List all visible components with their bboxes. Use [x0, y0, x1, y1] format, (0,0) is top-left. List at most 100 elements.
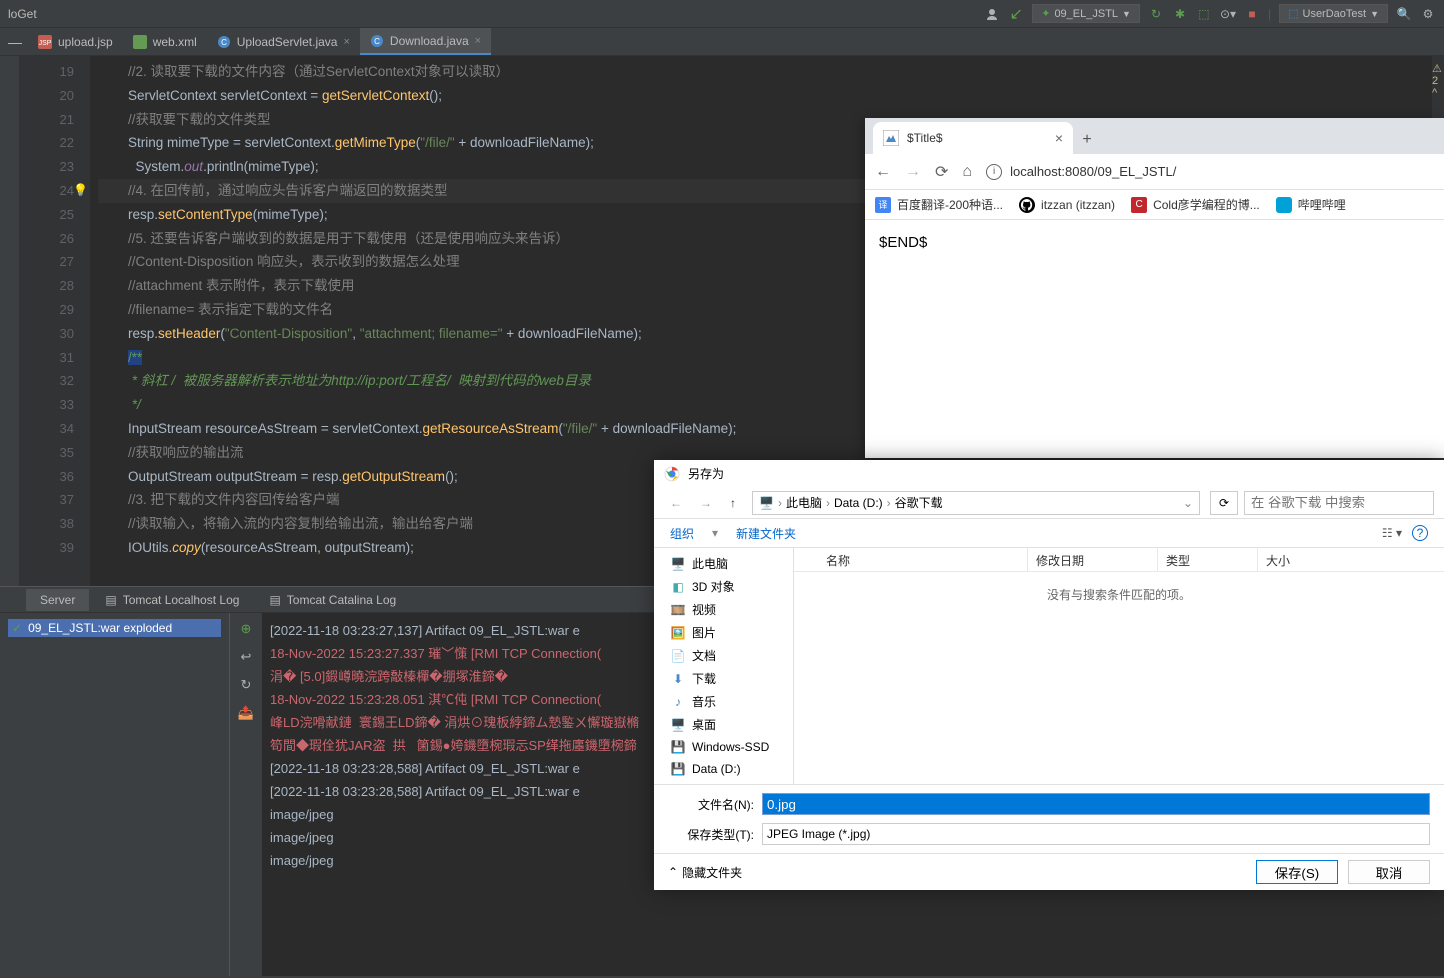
nav-back-icon[interactable]: ← [664, 492, 688, 514]
refresh-icon[interactable]: ⟳ [1210, 491, 1238, 515]
save-button[interactable]: 保存(S) [1256, 860, 1338, 884]
nav-forward-icon[interactable]: → [694, 492, 718, 514]
test-config-dropdown[interactable]: ⬚ UserDaoTest ▼ [1279, 4, 1388, 23]
left-tool-strip[interactable] [0, 56, 20, 586]
tree-item-doc[interactable]: 📄文档 [654, 644, 793, 667]
bookmark-cold[interactable]: CCold彦学编程的博... [1131, 196, 1260, 213]
intention-bulb-icon[interactable]: 💡 [73, 179, 88, 203]
code-text: + downloadFileName); [455, 135, 594, 150]
tree-item-image[interactable]: 🖼️图片 [654, 621, 793, 644]
organize-button[interactable]: 组织 [670, 525, 694, 542]
breadcrumb[interactable]: 🖥️ › 此电脑 › Data (D:) › 谷歌下载 ⌄ [752, 491, 1200, 515]
tab-download-java[interactable]: C Download.java × [360, 28, 491, 55]
wrap-icon[interactable]: ↩ [236, 647, 256, 667]
code-text: + downloadFileName); [503, 326, 642, 341]
nav-up-icon[interactable]: ↑ [724, 492, 742, 514]
tree-item-3d[interactable]: ◧3D 对象 [654, 575, 793, 598]
bookmark-icon: 译 [875, 197, 891, 213]
user-icon[interactable] [984, 6, 1000, 22]
run-config-dropdown[interactable]: ✦ 09_EL_JSTL ▼ [1032, 4, 1140, 23]
jsp-file-icon: JSP [38, 35, 52, 49]
code-method: getOutputStream [342, 469, 445, 484]
home-icon[interactable]: ⌂ [962, 163, 972, 181]
close-icon[interactable]: × [475, 35, 481, 47]
hammer-icon[interactable]: ↙ [1008, 6, 1024, 22]
cancel-button[interactable]: 取消 [1348, 860, 1430, 884]
tree-item-music[interactable]: ♪音乐 [654, 690, 793, 713]
browser-tab[interactable]: $Title$ × [873, 122, 1073, 154]
tree-label: 3D 对象 [692, 578, 735, 595]
col-name[interactable]: 名称 [818, 548, 1028, 571]
chevron-down-icon[interactable]: ⌄ [1183, 496, 1193, 510]
tree-item-pc[interactable]: 🖥️此电脑 [654, 552, 793, 575]
view-icon[interactable]: ☷ ▾ [1382, 526, 1402, 540]
bookmark-baidu[interactable]: 译百度翻译-200种语... [875, 196, 1003, 213]
code-comment: //获取响应的输出流 [128, 445, 244, 460]
tab-upload-servlet[interactable]: C UploadServlet.java × [207, 28, 360, 55]
bookmark-icon [1276, 197, 1292, 213]
col-date[interactable]: 修改日期 [1028, 548, 1158, 571]
warning-badge[interactable]: ⚠ 2 ^ [1432, 62, 1442, 99]
console-tab-localhost-log[interactable]: ▤ Tomcat Localhost Log [91, 589, 253, 611]
code-text: ServletContext servletContext = [128, 88, 322, 103]
reload-icon[interactable]: ⟳ [935, 162, 948, 182]
xml-file-icon [133, 35, 147, 49]
gear-icon[interactable]: ⚙ [1420, 6, 1436, 22]
editor-tabs-bar: — JSP upload.jsp web.xml C UploadServlet… [0, 28, 1444, 56]
console-tab-catalina-log[interactable]: ▤ Tomcat Catalina Log [255, 589, 410, 611]
tree-item-download[interactable]: ⬇下载 [654, 667, 793, 690]
stop-icon[interactable]: ■ [1244, 6, 1260, 22]
code-text: OutputStream outputStream = resp. [128, 469, 342, 484]
folder-tree[interactable]: 🖥️此电脑 ◧3D 对象 🎞️视频 🖼️图片 📄文档 ⬇下载 ♪音乐 🖥️桌面 … [654, 548, 794, 784]
back-icon[interactable]: ← [875, 163, 891, 181]
col-type[interactable]: 类型 [1158, 548, 1258, 571]
url-bar[interactable]: i localhost:8080/09_EL_JSTL/ [986, 164, 1434, 180]
forward-icon[interactable]: → [905, 163, 921, 181]
code-method: copy [172, 540, 201, 555]
profile-icon[interactable]: ⊙▾ [1220, 6, 1236, 22]
hide-folders-toggle[interactable]: ⌃ 隐藏文件夹 [668, 864, 742, 881]
help-icon[interactable]: ? [1412, 525, 1428, 541]
tree-item-ssd[interactable]: 💾Windows-SSD [654, 736, 793, 758]
code-text: resp. [128, 207, 158, 222]
new-folder-button[interactable]: 新建文件夹 [736, 525, 796, 542]
code-comment: //2. 读取要下载的文件内容（通过ServletContext对象可以读取） [128, 64, 509, 79]
filetype-select[interactable]: JPEG Image (*.jpg) [762, 823, 1430, 845]
tree-label: 下载 [692, 670, 716, 687]
filetype-label: 保存类型(T): [668, 826, 754, 843]
dialog-footer: ⌃ 隐藏文件夹 保存(S) 取消 [654, 853, 1444, 890]
coverage-icon[interactable]: ⬚ [1196, 6, 1212, 22]
empty-message: 没有与搜索条件匹配的项。 [794, 572, 1444, 784]
tree-label: 音乐 [692, 693, 716, 710]
close-icon[interactable]: × [343, 36, 349, 48]
debug-icon[interactable]: ✱ [1172, 6, 1188, 22]
bookmark-bilibili[interactable]: 哔哩哔哩 [1276, 196, 1346, 213]
run-icon[interactable]: ↻ [1148, 6, 1164, 22]
console-tab-server[interactable]: Server [26, 589, 89, 611]
tab-web-xml[interactable]: web.xml [123, 28, 207, 55]
deploy-item[interactable]: ✓ 09_EL_JSTL:war exploded [8, 619, 221, 637]
tree-item-video[interactable]: 🎞️视频 [654, 598, 793, 621]
disk-icon: 💾 [670, 761, 686, 777]
tab-upload-jsp[interactable]: JSP upload.jsp [28, 28, 123, 55]
crumb[interactable]: 此电脑 [786, 494, 822, 511]
tree-item-data-d[interactable]: 💾Data (D:) [654, 758, 793, 780]
restart-icon[interactable]: ↻ [236, 675, 256, 695]
bookmark-github[interactable]: itzzan (itzzan) [1019, 197, 1115, 213]
col-size[interactable]: 大小 [1258, 548, 1444, 571]
deploy-add-icon[interactable]: ⊕ [236, 619, 256, 639]
ide-title-fragment: loGet [8, 7, 37, 21]
site-info-icon[interactable]: i [986, 164, 1002, 180]
crumb[interactable]: Data (D:) [834, 496, 883, 510]
new-tab-button[interactable]: + [1073, 126, 1101, 154]
filename-input[interactable] [762, 793, 1430, 815]
search-input[interactable] [1244, 491, 1434, 515]
crumb[interactable]: 谷歌下载 [895, 494, 943, 511]
export-icon[interactable]: 📤 [236, 703, 256, 723]
search-icon[interactable]: 🔍 [1396, 6, 1412, 22]
filename-field: 文件名(N): [668, 793, 1430, 815]
close-icon[interactable]: × [1055, 130, 1063, 146]
tree-item-desktop[interactable]: 🖥️桌面 [654, 713, 793, 736]
close-all-icon[interactable]: — [8, 34, 28, 50]
tab-label: Download.java [390, 34, 469, 48]
